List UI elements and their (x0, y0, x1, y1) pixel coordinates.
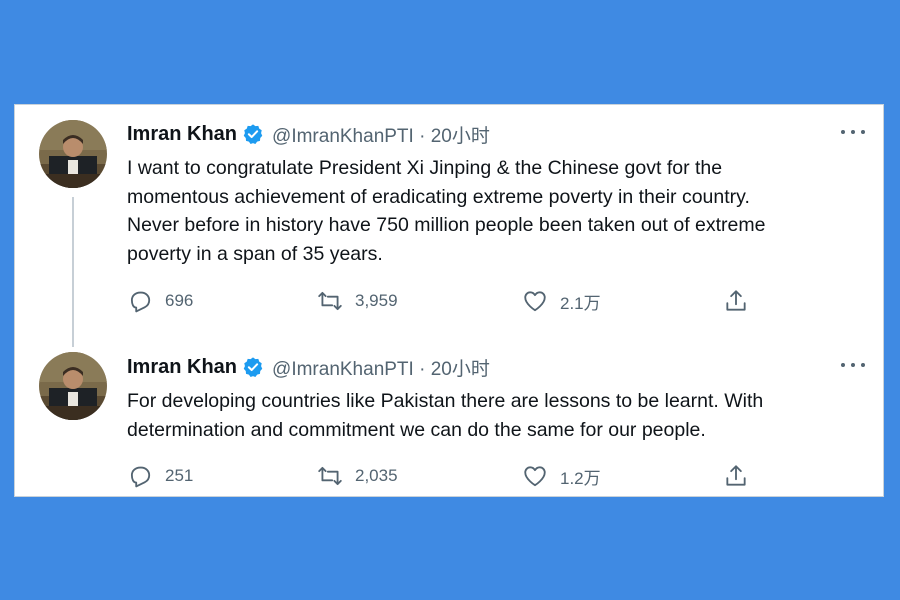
avatar[interactable] (39, 120, 107, 188)
tweet[interactable]: Imran Khan @ImranKhanPTI · 20小时 I want t… (15, 105, 883, 347)
reply-icon (130, 466, 151, 488)
author-name[interactable]: Imran Khan (127, 123, 237, 146)
author-handle-and-time[interactable]: @ImranKhanPTI · 20小时 (272, 121, 490, 148)
like-count: 2.1万 (560, 293, 601, 313)
retweet-button[interactable]: 2,035 (317, 461, 398, 491)
more-icon[interactable] (841, 355, 865, 375)
verified-badge-icon (242, 123, 264, 145)
like-icon (524, 466, 546, 487)
share-icon (726, 290, 746, 311)
reply-button[interactable]: 251 (127, 461, 193, 491)
tweet[interactable]: Imran Khan @ImranKhanPTI · 20小时 For deve… (15, 338, 883, 498)
reply-count: 251 (165, 466, 194, 485)
like-icon (524, 291, 546, 312)
tweet-text: For developing countries like Pakistan t… (127, 390, 764, 441)
tweet-actions: 251 2,035 1.2万 (127, 461, 767, 491)
reply-button[interactable]: 696 (127, 286, 193, 316)
retweet-button[interactable]: 3,959 (317, 286, 398, 316)
share-button[interactable] (723, 286, 749, 316)
like-button[interactable]: 2.1万 (522, 286, 601, 316)
thread-connector-line (72, 197, 74, 347)
avatar[interactable] (39, 352, 107, 420)
verified-badge-icon (242, 356, 264, 378)
retweet-count: 3,959 (355, 291, 398, 310)
more-icon[interactable] (841, 122, 865, 142)
share-icon (726, 465, 746, 486)
reply-count: 696 (165, 291, 194, 310)
tweet-thread-card: Imran Khan @ImranKhanPTI · 20小时 I want t… (14, 104, 884, 497)
retweet-count: 2,035 (355, 466, 398, 485)
author-name[interactable]: Imran Khan (127, 356, 237, 379)
retweet-icon (318, 466, 342, 486)
author-handle-and-time[interactable]: @ImranKhanPTI · 20小时 (272, 354, 490, 381)
tweet-text: I want to congratulate President Xi Jinp… (127, 157, 766, 265)
reply-icon (130, 291, 151, 313)
tweet-header: Imran Khan @ImranKhanPTI · 20小时 (127, 121, 490, 147)
share-button[interactable] (723, 461, 749, 491)
like-count: 1.2万 (560, 468, 601, 488)
tweet-header: Imran Khan @ImranKhanPTI · 20小时 (127, 354, 490, 380)
tweet-actions: 696 3,959 2.1万 (127, 286, 767, 316)
like-button[interactable]: 1.2万 (522, 461, 601, 491)
retweet-icon (318, 291, 342, 311)
